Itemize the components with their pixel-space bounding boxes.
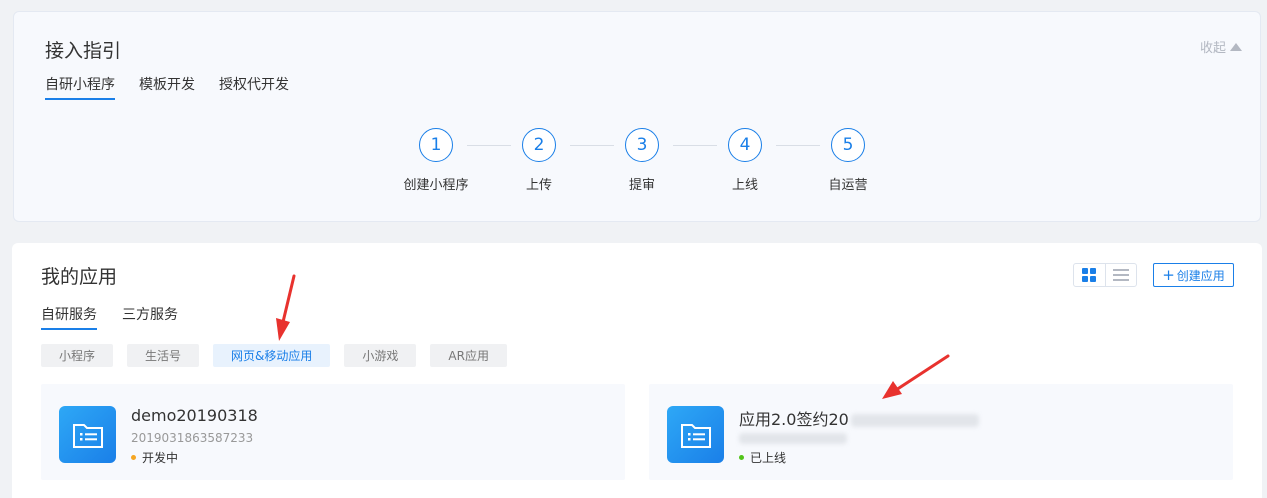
tab-authorized-development[interactable]: 授权代开发: [219, 74, 289, 100]
create-app-button[interactable]: + 创建应用: [1153, 263, 1234, 287]
filter-ar-app[interactable]: AR应用: [430, 344, 507, 367]
tab-template-development[interactable]: 模板开发: [139, 74, 195, 100]
collapse-label: 收起: [1199, 41, 1226, 56]
app-name: 应用2.0签约20: [739, 406, 979, 430]
status-label: 开发中: [142, 451, 179, 465]
status-dot-icon: [131, 455, 136, 460]
step-3: 3 提审: [597, 128, 687, 193]
step-number: 4: [728, 128, 762, 162]
plus-icon: +: [1162, 265, 1175, 284]
list-view-button[interactable]: [1104, 264, 1136, 286]
guide-steps: 1 创建小程序 2 上传 3 提审 4 上线 5 自运营: [14, 128, 1260, 208]
step-label: 上传: [525, 178, 552, 193]
step-label: 上线: [731, 178, 758, 193]
filter-miniprogram[interactable]: 小程序: [41, 344, 114, 367]
guide-title: 接入指引: [45, 40, 122, 62]
filter-web-mobile-app[interactable]: 网页&移动应用: [213, 344, 331, 367]
apps-tabs: 自研服务 三方服务: [41, 304, 178, 330]
step-4: 4 上线: [700, 128, 790, 193]
step-5: 5 自运营: [803, 128, 893, 193]
guide-tabs: 自研小程序 模板开发 授权代开发: [45, 74, 289, 100]
list-icon: [1112, 269, 1129, 281]
step-number: 1: [419, 128, 453, 162]
grid-icon: [1082, 268, 1097, 282]
step-label: 自运营: [828, 178, 868, 193]
step-2: 2 上传: [494, 128, 584, 193]
step-number: 5: [831, 128, 865, 162]
redacted-blur: [850, 414, 979, 427]
status-dot-icon: [739, 455, 744, 460]
tab-self-developed-service[interactable]: 自研服务: [41, 304, 97, 330]
apps-title: 我的应用: [41, 266, 118, 288]
app-document-icon: [667, 406, 724, 463]
status-label: 已上线: [750, 451, 787, 465]
app-type-filters: 小程序 生活号 网页&移动应用 小游戏 AR应用: [41, 344, 507, 367]
filter-lifestyle-account[interactable]: 生活号: [127, 344, 200, 367]
chevron-up-icon: [1230, 42, 1242, 51]
app-id: [739, 431, 847, 445]
step-label: 提审: [628, 178, 655, 193]
tab-third-party-service[interactable]: 三方服务: [122, 304, 178, 330]
access-guide-panel: 接入指引 收起 自研小程序 模板开发 授权代开发 1 创建小程序 2 上传 3 …: [13, 11, 1261, 222]
filter-mini-game[interactable]: 小游戏: [344, 344, 417, 367]
grid-view-button[interactable]: [1074, 264, 1105, 286]
redacted-blur: [739, 433, 847, 444]
collapse-button[interactable]: 收起: [1200, 37, 1242, 56]
step-number: 2: [522, 128, 556, 162]
app-card[interactable]: 应用2.0签约20 已上线: [649, 384, 1233, 480]
my-apps-panel: 我的应用 + 创建应用 自研服务 三方服务 小程序 生活号 网页&移动应用 小游…: [12, 243, 1262, 498]
step-label: 创建小程序: [403, 178, 469, 193]
app-id: 2019031863587233: [131, 431, 254, 445]
app-name: demo20190318: [131, 406, 258, 425]
create-app-label: 创建应用: [1176, 268, 1225, 283]
view-toggle: [1073, 263, 1137, 287]
status-badge: 已上线: [739, 449, 786, 466]
step-number: 3: [625, 128, 659, 162]
app-card[interactable]: demo20190318 2019031863587233 开发中: [41, 384, 625, 480]
status-badge: 开发中: [131, 449, 178, 466]
step-1: 1 创建小程序: [391, 128, 481, 193]
tab-self-developed-miniprogram[interactable]: 自研小程序: [45, 74, 115, 100]
app-document-icon: [59, 406, 116, 463]
